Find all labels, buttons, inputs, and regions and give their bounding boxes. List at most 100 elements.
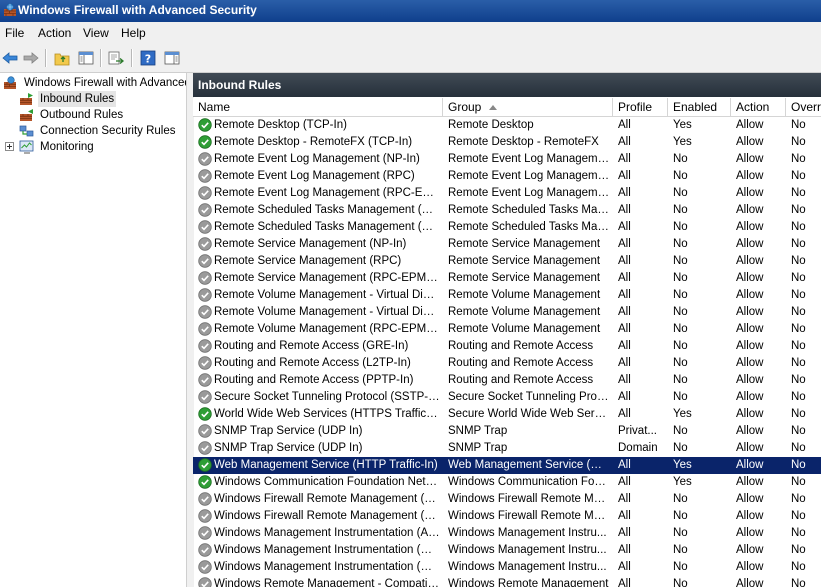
table-row[interactable]: Remote Scheduled Tasks Management (RPC) R… (193, 202, 821, 219)
rule-enabled-icon (198, 118, 212, 132)
show-hide-action-pane-icon[interactable] (163, 49, 181, 67)
cell-enabled: No (673, 357, 688, 369)
cell-override: No (791, 493, 806, 505)
up-folder-icon[interactable] (53, 49, 71, 67)
table-row[interactable]: Remote Volume Management - Virtual Disk … (193, 304, 821, 321)
table-row[interactable]: Remote Service Management (RPC-EPMAP) Rem… (193, 270, 821, 287)
menu-action[interactable]: Action (38, 26, 71, 40)
cell-enabled: No (673, 272, 688, 284)
cell-enabled: No (673, 544, 688, 556)
cell-profile: All (618, 391, 631, 403)
cell-profile: All (618, 493, 631, 505)
cell-group: Windows Remote Management (448, 578, 609, 587)
rule-disabled-icon (198, 543, 212, 557)
cell-action: Allow (736, 289, 764, 301)
cell-group: Remote Service Management (448, 255, 601, 267)
cell-enabled: No (673, 170, 688, 182)
table-row[interactable]: Remote Event Log Management (NP-In) Remot… (193, 151, 821, 168)
table-row[interactable]: Web Management Service (HTTP Traffic-In)… (193, 457, 821, 474)
show-hide-console-tree-icon[interactable] (77, 49, 95, 67)
rule-disabled-icon (198, 560, 212, 574)
table-row[interactable]: SNMP Trap Service (UDP In) SNMP Trap Priva… (193, 423, 821, 440)
rule-disabled-icon (198, 186, 212, 200)
cell-enabled: Yes (673, 136, 692, 148)
cell-override: No (791, 238, 806, 250)
cell-name: Remote Service Management (NP-In) (214, 238, 407, 250)
table-row[interactable]: Remote Desktop (TCP-In) Remote Desktop All… (193, 117, 821, 134)
menu-file[interactable]: File (5, 26, 24, 40)
column-header-enabled[interactable]: Enabled (668, 98, 731, 116)
table-row[interactable]: Secure Socket Tunneling Protocol (SSTP-I… (193, 389, 821, 406)
cell-enabled: No (673, 527, 688, 539)
firewall-app-icon (4, 3, 16, 16)
table-row[interactable]: SNMP Trap Service (UDP In) SNMP Trap Domai… (193, 440, 821, 457)
cell-name: Remote Service Management (RPC) (214, 255, 402, 267)
menu-view[interactable]: View (83, 26, 109, 40)
cell-name: SNMP Trap Service (UDP In) (214, 442, 363, 454)
cell-enabled: Yes (673, 476, 692, 488)
table-row[interactable]: Remote Volume Management - Virtual Disk … (193, 287, 821, 304)
sort-ascending-icon (489, 105, 498, 110)
back-arrow-icon[interactable] (1, 49, 19, 67)
cell-group: SNMP Trap (448, 425, 508, 437)
cell-profile: All (618, 272, 631, 284)
table-row[interactable]: Windows Remote Management - Compatibilit… (193, 576, 821, 587)
cell-name: Routing and Remote Access (L2TP-In) (214, 357, 411, 369)
cell-name: Windows Management Instrumentation (ASy.… (214, 527, 440, 539)
forward-arrow-icon[interactable] (22, 49, 40, 67)
table-row[interactable]: Routing and Remote Access (PPTP-In) Routi… (193, 372, 821, 389)
table-row[interactable]: Routing and Remote Access (L2TP-In) Routi… (193, 355, 821, 372)
cell-name: Windows Firewall Remote Management (RPC) (214, 493, 440, 505)
table-row[interactable]: Remote Event Log Management (RPC) Remote … (193, 168, 821, 185)
table-row[interactable]: Remote Desktop - RemoteFX (TCP-In) Remote… (193, 134, 821, 151)
table-row[interactable]: Routing and Remote Access (GRE-In) Routin… (193, 338, 821, 355)
cell-action: Allow (736, 493, 764, 505)
column-header-profile[interactable]: Profile (613, 98, 668, 116)
cell-group: Routing and Remote Access (448, 340, 594, 352)
cell-action: Allow (736, 391, 764, 403)
cell-profile: All (618, 340, 631, 352)
rule-disabled-icon (198, 492, 212, 506)
cell-enabled: No (673, 340, 688, 352)
cell-name: SNMP Trap Service (UDP In) (214, 425, 363, 437)
cell-override: No (791, 391, 806, 403)
column-header-action[interactable]: Action (731, 98, 786, 116)
cell-override: No (791, 187, 806, 199)
cell-enabled: No (673, 153, 688, 165)
table-row[interactable]: Windows Management Instrumentation (WM..… (193, 559, 821, 576)
menu-help[interactable]: Help (121, 26, 146, 40)
cell-action: Allow (736, 510, 764, 522)
rule-disabled-icon (198, 203, 212, 217)
table-row[interactable]: Remote Service Management (NP-In) Remote … (193, 236, 821, 253)
column-header-group[interactable]: Group (443, 98, 613, 116)
cell-profile: All (618, 527, 631, 539)
cell-action: Allow (736, 119, 764, 131)
table-row[interactable]: World Wide Web Services (HTTPS Traffic-I… (193, 406, 821, 423)
column-header-override[interactable]: Override (786, 98, 821, 116)
table-row[interactable]: Windows Firewall Remote Management (RPC)… (193, 491, 821, 508)
cell-action: Allow (736, 561, 764, 573)
tree-item-label: Outbound Rules (40, 109, 124, 121)
table-row[interactable]: Remote Volume Management (RPC-EPMAP) Remo… (193, 321, 821, 338)
export-list-icon[interactable] (107, 49, 125, 67)
cell-group: Remote Service Management (448, 238, 601, 250)
rule-disabled-icon (198, 237, 212, 251)
cell-override: No (791, 153, 806, 165)
rules-list: Remote Desktop (TCP-In) Remote Desktop All… (193, 117, 821, 587)
cell-name: Remote Scheduled Tasks Management (RPC) (214, 204, 440, 216)
table-row[interactable]: Windows Management Instrumentation (ASy.… (193, 525, 821, 542)
table-row[interactable]: Remote Event Log Management (RPC-EPMAP) R… (193, 185, 821, 202)
table-row[interactable]: Windows Communication Foundation Net.TC.… (193, 474, 821, 491)
cell-name: World Wide Web Services (HTTPS Traffic-I… (214, 408, 440, 420)
rule-disabled-icon (198, 152, 212, 166)
table-row[interactable]: Windows Firewall Remote Management (RPC.… (193, 508, 821, 525)
column-header-name[interactable]: Name (193, 98, 443, 116)
cell-enabled: No (673, 306, 688, 318)
cell-enabled: Yes (673, 459, 692, 471)
table-row[interactable]: Remote Service Management (RPC) Remote Se… (193, 253, 821, 270)
table-row[interactable]: Remote Scheduled Tasks Management (RPC..… (193, 219, 821, 236)
cell-override: No (791, 544, 806, 556)
help-icon[interactable]: ? (139, 49, 157, 67)
expand-plus-icon[interactable] (5, 142, 14, 151)
table-row[interactable]: Windows Management Instrumentation (DC..… (193, 542, 821, 559)
